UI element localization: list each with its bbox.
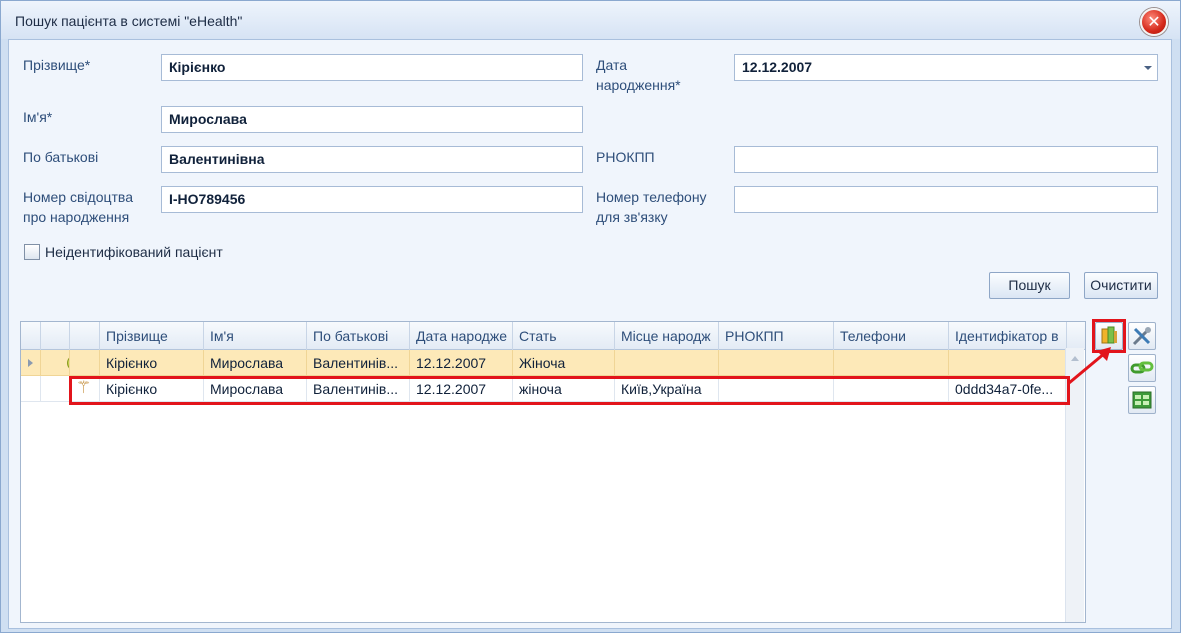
- results-grid: Прізвище Ім'я По батькові Дата народже С…: [20, 321, 1086, 623]
- phone-label: Номер телефону для зв'язку: [596, 187, 707, 227]
- table-row[interactable]: Кірієнко Мирослава Валентинів... 12.12.2…: [21, 350, 1067, 376]
- column-header-birth-place[interactable]: Місце народж: [615, 322, 719, 350]
- cell-first-name: Мирослава: [204, 350, 307, 376]
- search-button[interactable]: Пошук: [989, 272, 1070, 299]
- surname-label: Прізвище*: [23, 57, 91, 73]
- phone-label-line2: для зв'язку: [596, 209, 668, 225]
- birth-date-label-line2: народження*: [596, 77, 681, 93]
- column-header-first-name[interactable]: Ім'я: [204, 322, 307, 350]
- birth-certificate-label: Номер свідоцтва про народження: [23, 187, 133, 227]
- close-button[interactable]: ✕: [1140, 8, 1168, 36]
- column-header-surname[interactable]: Прізвище: [100, 322, 204, 350]
- cell-rnokpp: [719, 350, 834, 376]
- table-icon: [1132, 391, 1152, 409]
- rnokpp-field[interactable]: [734, 146, 1158, 173]
- link-icon: [1130, 361, 1154, 374]
- header-icon: [70, 322, 100, 350]
- cell-birth-place: [615, 350, 719, 376]
- search-patient-dialog: Пошук пацієнта в системі "eHealth" ✕ Прі…: [0, 0, 1181, 633]
- column-header-rnokpp[interactable]: РНОКПП: [719, 322, 834, 350]
- unidentified-checkbox[interactable]: [24, 244, 40, 260]
- column-header-patronymic[interactable]: По батькові: [307, 322, 410, 350]
- birth-certificate-label-line1: Номер свідоцтва: [23, 189, 133, 205]
- cell-phones: [834, 350, 949, 376]
- tools-button[interactable]: [1128, 322, 1156, 350]
- birth-date-label-line1: Дата: [596, 57, 628, 73]
- row-pointer-icon: [28, 359, 33, 367]
- header-status: [41, 322, 70, 350]
- first-name-field[interactable]: Мирослава: [161, 106, 583, 133]
- chevron-down-icon[interactable]: [1144, 66, 1152, 70]
- birth-date-value: 12.12.2007: [742, 59, 813, 75]
- link-button[interactable]: [1128, 354, 1156, 382]
- row-status-cell: [41, 350, 70, 376]
- row-status-cell: [41, 376, 70, 402]
- cell-ehealth-id: [949, 350, 1067, 376]
- phone-field[interactable]: [734, 186, 1158, 213]
- cell-gender: Жіноча: [513, 350, 615, 376]
- patronymic-label: По батькові: [23, 149, 99, 165]
- row-indicator-cell: [21, 350, 41, 376]
- grid-header: Прізвище Ім'я По батькові Дата народже С…: [21, 322, 1085, 350]
- patronymic-field[interactable]: Валентинівна: [161, 146, 583, 173]
- column-header-gender[interactable]: Стать: [513, 322, 615, 350]
- rnokpp-label: РНОКПП: [596, 149, 655, 165]
- first-name-label: Ім'я*: [23, 109, 53, 125]
- annotation-arrow-icon: [1068, 347, 1111, 385]
- unidentified-label: Неідентифікований пацієнт: [45, 244, 223, 260]
- cell-patronymic: Валентинів...: [307, 350, 410, 376]
- surname-field[interactable]: Кірієнко: [161, 54, 583, 81]
- birth-certificate-label-line2: про народження: [23, 209, 130, 225]
- clear-button[interactable]: Очистити: [1084, 272, 1158, 299]
- tools-icon: [1132, 327, 1151, 346]
- birth-certificate-field[interactable]: I-HO789456: [161, 186, 583, 213]
- birth-date-label: Дата народження*: [596, 55, 681, 95]
- column-header-phones[interactable]: Телефони: [834, 322, 949, 350]
- window-title: Пошук пацієнта в системі "eHealth": [15, 13, 243, 29]
- row-indicator-cell: [21, 376, 41, 402]
- annotation-highlight-row: [69, 376, 1070, 405]
- table-button[interactable]: [1128, 386, 1156, 414]
- column-header-birth-date[interactable]: Дата народже: [410, 322, 513, 350]
- row-icon-cell: [70, 350, 100, 376]
- birth-date-dropdown[interactable]: 12.12.2007: [734, 54, 1158, 81]
- phone-label-line1: Номер телефону: [596, 189, 707, 205]
- header-indicator: [21, 322, 41, 350]
- column-header-ehealth-id[interactable]: Ідентифікатор в: [949, 322, 1067, 350]
- close-icon: ✕: [1147, 12, 1161, 31]
- cell-birth-date: 12.12.2007: [410, 350, 513, 376]
- cell-surname: Кірієнко: [100, 350, 204, 376]
- title-bar: Пошук пацієнта в системі "eHealth" ✕: [1, 1, 1180, 39]
